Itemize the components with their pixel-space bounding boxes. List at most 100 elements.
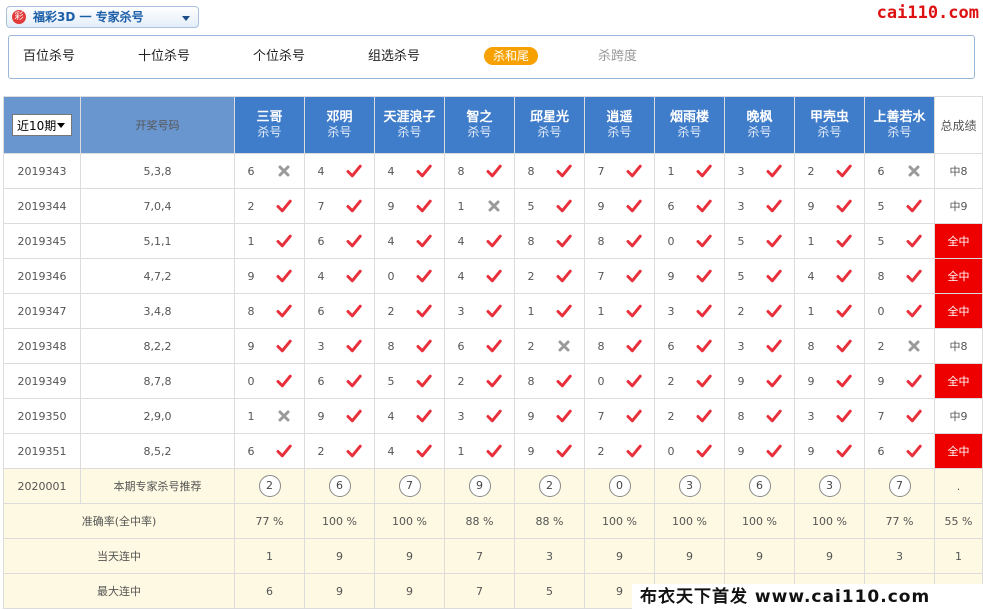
tab-units-kill[interactable]: 个位杀号 (253, 49, 305, 65)
stat-value: 7 (444, 573, 515, 609)
tab-span-kill[interactable]: 杀跨度 (598, 49, 637, 65)
stat-label: 当天连中 (3, 538, 235, 574)
kill-number: 6 (877, 164, 885, 178)
kill-cell: 1 (514, 293, 585, 329)
kill-number: 4 (807, 269, 815, 283)
check-icon (836, 444, 852, 458)
kill-number: 4 (387, 409, 395, 423)
kill-cell-content: 5 (725, 268, 794, 284)
open-number-cell: 8,7,8 (80, 363, 235, 399)
cross-icon (278, 410, 289, 422)
kill-number: 8 (807, 339, 815, 353)
kill-cell: 1 (234, 398, 305, 434)
total-result: 全中 (934, 433, 983, 469)
check-icon (766, 164, 782, 178)
kill-cell-content: 1 (235, 408, 304, 424)
check-icon (486, 339, 502, 353)
kill-cell-content: 9 (515, 408, 584, 424)
check-icon (696, 234, 712, 248)
kill-number: 1 (247, 234, 255, 248)
kill-cell-content: 2 (375, 303, 444, 319)
kill-cell-content: 4 (375, 443, 444, 459)
kill-cell: 0 (584, 363, 655, 399)
kill-cell-content: 5 (725, 233, 794, 249)
recommend-number: 6 (748, 475, 771, 497)
kill-cell: 0 (654, 223, 725, 259)
stat-value: 9 (374, 573, 445, 609)
check-icon (626, 444, 642, 458)
stat-value: 9 (794, 538, 865, 574)
kill-number: 9 (387, 199, 395, 213)
kill-cell-content: 0 (865, 303, 934, 319)
lottery-dropdown[interactable]: 彩 福彩3D 一 专家杀号 (6, 6, 199, 28)
kill-cell: 8 (514, 153, 585, 189)
kill-cell-content: 3 (445, 303, 514, 319)
issue-cell: 2019349 (3, 363, 81, 399)
check-icon (346, 339, 362, 353)
kill-number: 1 (527, 304, 535, 318)
tab-sum-tail-kill[interactable]: 杀和尾 (484, 47, 539, 65)
kill-cell-content: 5 (865, 233, 934, 249)
kill-label: 杀号 (817, 125, 842, 139)
period-select[interactable]: 近10期 (12, 114, 72, 136)
kill-cell: 3 (724, 328, 795, 364)
kill-number: 2 (247, 199, 255, 213)
kill-label: 杀号 (607, 125, 632, 139)
kill-number: 2 (527, 269, 535, 283)
kill-label: 杀号 (467, 125, 492, 139)
kill-cell: 2 (794, 153, 865, 189)
kill-number: 2 (667, 374, 675, 388)
site-logo[interactable]: cai110.com (877, 3, 979, 23)
check-icon (416, 444, 432, 458)
kill-cell: 0 (654, 433, 725, 469)
stat-value: 9 (304, 573, 375, 609)
kill-number: 8 (597, 234, 605, 248)
check-icon (486, 409, 502, 423)
issue-cell: 2019346 (3, 258, 81, 294)
expert-header: 晚枫 杀号 (724, 96, 795, 154)
check-icon (416, 164, 432, 178)
kill-cell: 9 (584, 188, 655, 224)
kill-number: 8 (387, 339, 395, 353)
recommend-cell: 6 (304, 468, 375, 504)
kill-cell: 2 (724, 293, 795, 329)
kill-cell: 4 (304, 258, 375, 294)
kill-cell-content: 1 (585, 303, 654, 319)
kill-cell-content: 9 (585, 198, 654, 214)
kill-cell: 2 (444, 363, 515, 399)
check-icon (766, 409, 782, 423)
check-icon (696, 339, 712, 353)
kill-cell: 1 (584, 293, 655, 329)
kill-cell: 2 (234, 188, 305, 224)
kill-number: 3 (317, 339, 325, 353)
check-icon (416, 339, 432, 353)
expert-name: 晚枫 (746, 110, 773, 125)
tab-hundreds-kill[interactable]: 百位杀号 (23, 49, 75, 65)
kill-number: 9 (247, 339, 255, 353)
recommend-number: 7 (888, 475, 911, 497)
kill-label: 杀号 (677, 125, 702, 139)
check-icon (626, 234, 642, 248)
kill-cell-content: 2 (515, 338, 584, 354)
tab-tens-kill[interactable]: 十位杀号 (138, 49, 190, 65)
check-icon (416, 304, 432, 318)
check-icon (486, 444, 502, 458)
total-result: 全中 (934, 258, 983, 294)
issue-cell: 2019351 (3, 433, 81, 469)
kill-cell: 2 (654, 363, 725, 399)
expert-name: 三哥 (256, 110, 283, 125)
kill-number: 1 (457, 199, 465, 213)
stat-value: 1 (234, 538, 305, 574)
kill-number: 6 (247, 444, 255, 458)
kill-cell: 9 (794, 188, 865, 224)
cross-icon (488, 200, 499, 212)
expert-header: 逍遥 杀号 (584, 96, 655, 154)
check-icon (276, 199, 292, 213)
recommend-number: 7 (398, 475, 421, 497)
issue-cell: 2019348 (3, 328, 81, 364)
check-icon (836, 339, 852, 353)
kill-cell-content: 1 (235, 233, 304, 249)
tab-group-kill[interactable]: 组选杀号 (368, 49, 420, 65)
kill-cell: 3 (724, 153, 795, 189)
kill-number: 1 (667, 164, 675, 178)
